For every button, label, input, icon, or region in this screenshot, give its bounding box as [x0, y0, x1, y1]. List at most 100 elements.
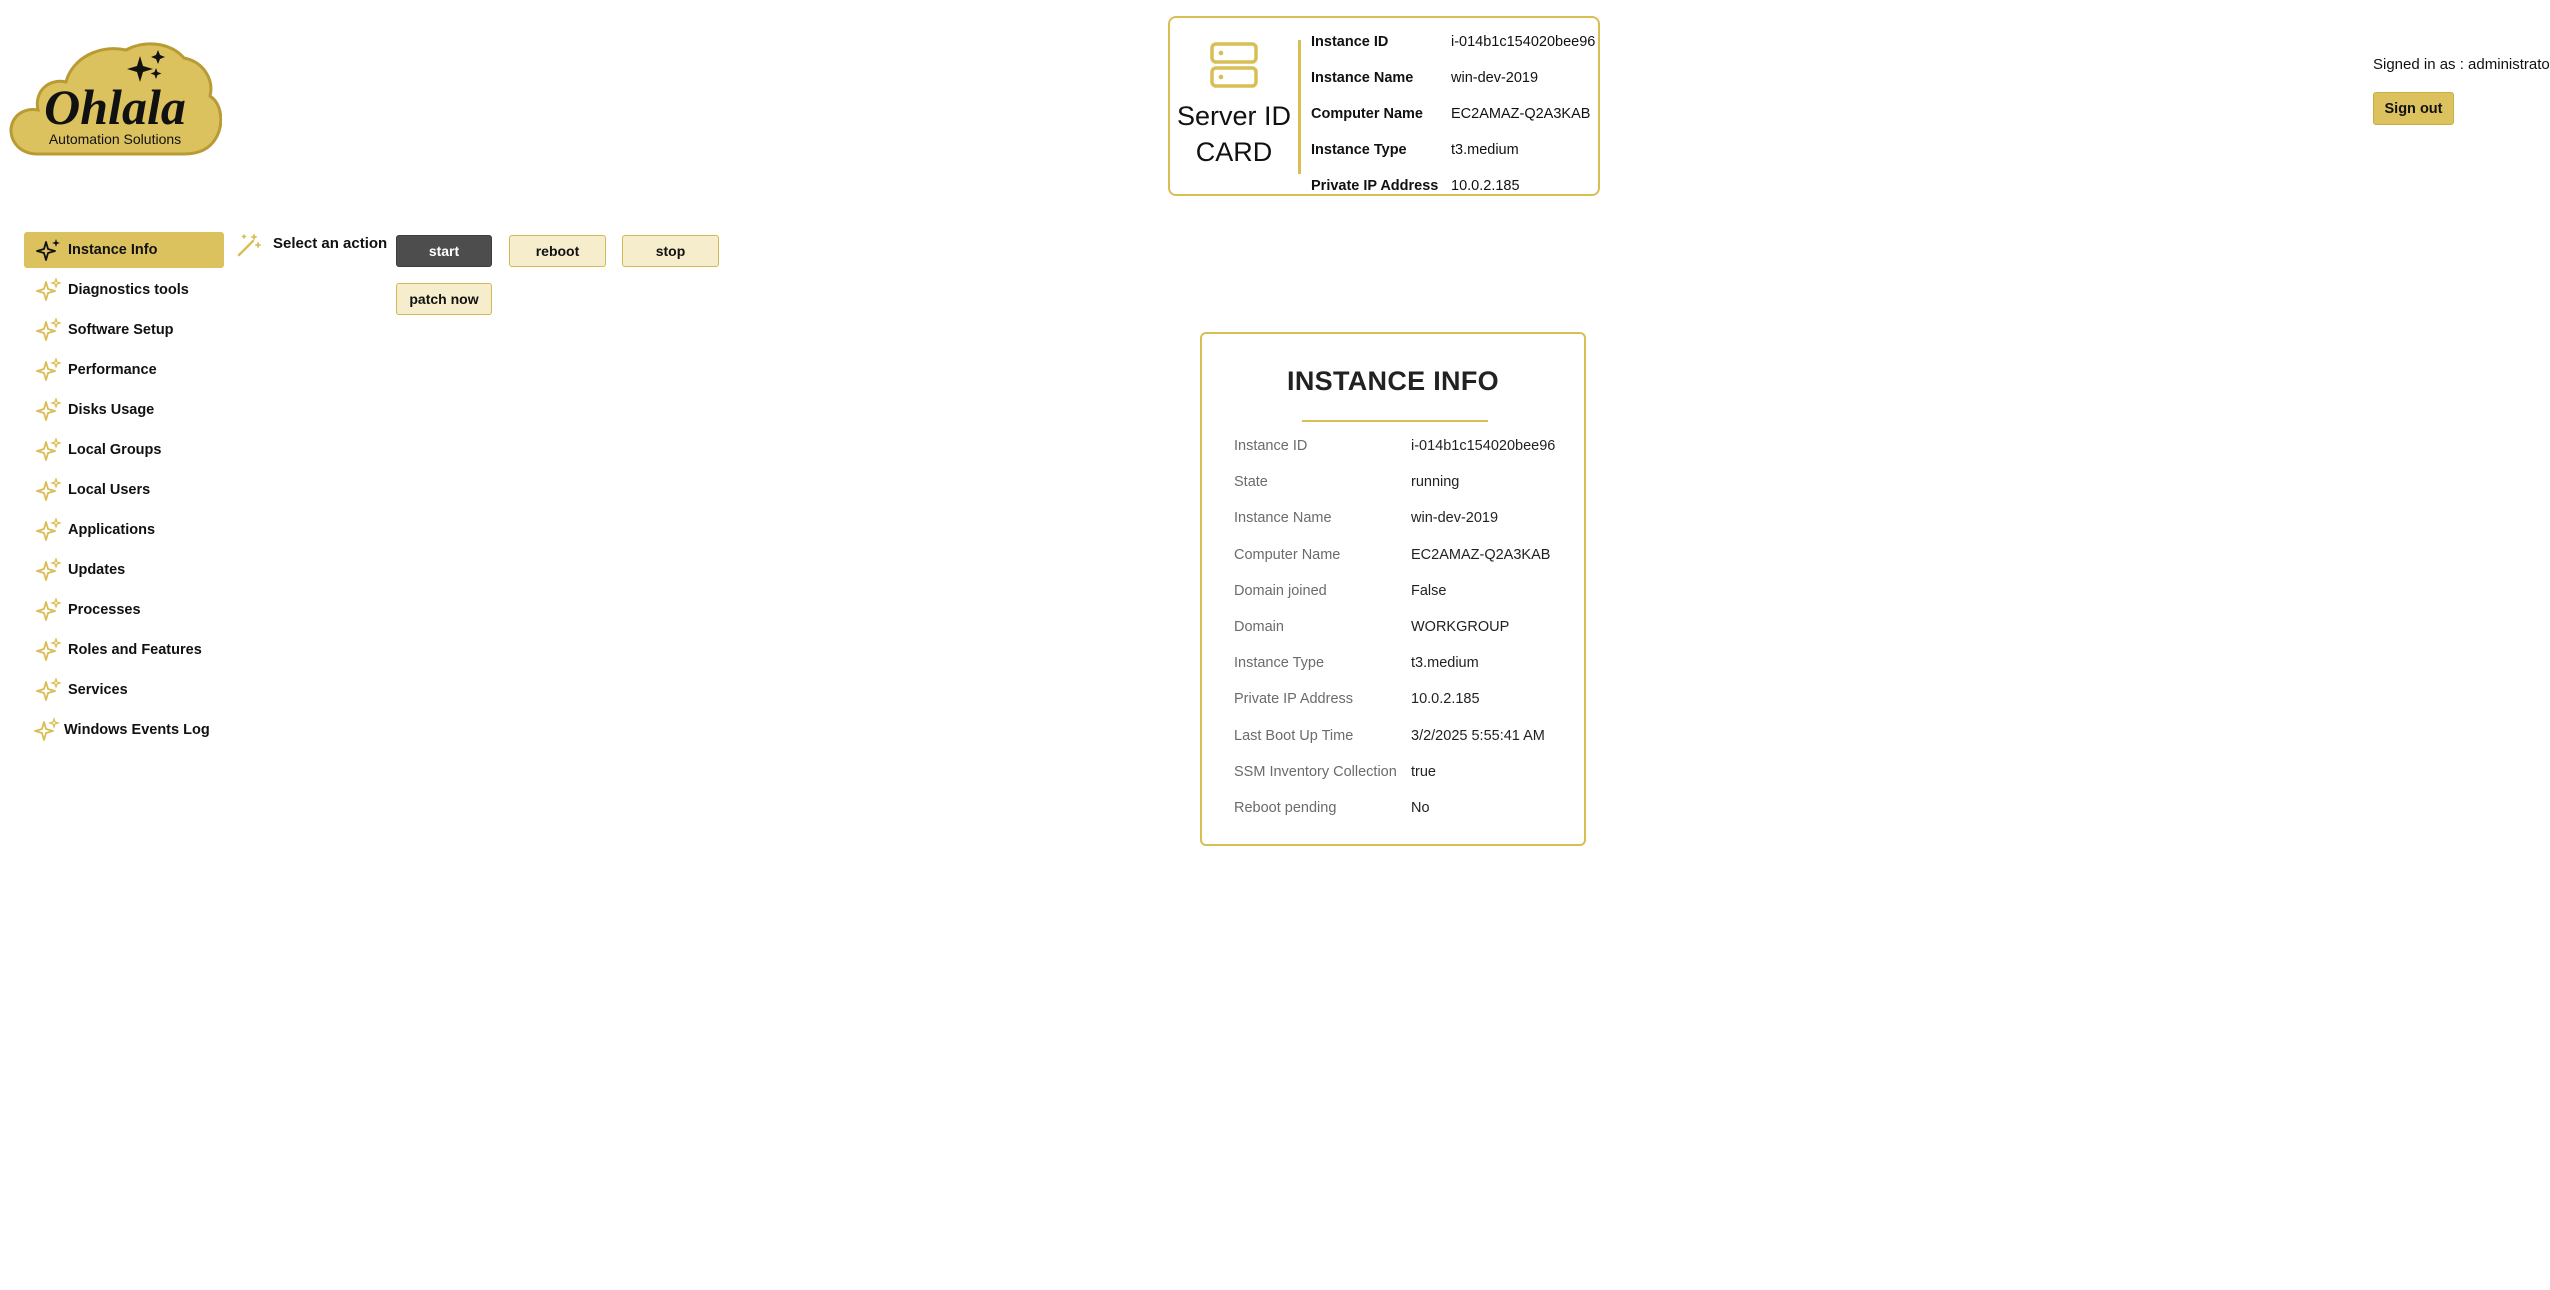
server-card-divider	[1298, 40, 1301, 174]
sidebar-item-label: Services	[68, 682, 128, 698]
info-value: EC2AMAZ-Q2A3KAB	[1411, 546, 1551, 563]
info-row: Domain WORKGROUP	[1234, 609, 1564, 645]
sidebar-item-label: Roles and Features	[68, 642, 202, 658]
info-value: 3/2/2025 5:55:41 AM	[1411, 727, 1545, 744]
server-card-label: Private IP Address	[1311, 178, 1439, 194]
instance-info-panel: INSTANCE INFO Instance ID i-014b1c154020b…	[1200, 332, 1586, 846]
server-card-value: i-014b1c154020bee96	[1451, 34, 1596, 50]
server-card-value: EC2AMAZ-Q2A3KAB	[1451, 106, 1591, 122]
info-label: Domain	[1234, 619, 1284, 636]
server-card-label: Computer Name	[1311, 106, 1423, 122]
info-row: Last Boot Up Time 3/2/2025 5:55:41 AM	[1234, 718, 1564, 754]
server-card-row: Instance ID i-014b1c154020bee96	[1311, 24, 1597, 60]
sidebar-item-label: Local Users	[68, 482, 151, 498]
sparkles-icon	[36, 637, 62, 661]
sidebar-item-local-groups[interactable]: Local Groups	[24, 432, 224, 468]
sidebar-item-windows-events-log[interactable]: Windows Events Log	[24, 712, 224, 748]
server-card-value: t3.medium	[1451, 142, 1519, 158]
sparkles-icon	[36, 239, 60, 261]
sidebar-item-roles-and-features[interactable]: Roles and Features	[24, 632, 224, 668]
sidebar-item-performance[interactable]: Performance	[24, 352, 224, 388]
patch-now-button[interactable]: patch now	[396, 283, 492, 315]
logo-text: Ohlala	[44, 79, 186, 135]
sparkles-icon	[36, 437, 62, 461]
info-label: Last Boot Up Time	[1234, 727, 1354, 744]
sparkles-icon	[34, 717, 60, 741]
sidebar-item-local-users[interactable]: Local Users	[24, 472, 224, 508]
title-underline	[1302, 420, 1488, 422]
server-card-row: Private IP Address 10.0.2.185	[1311, 168, 1597, 204]
info-row: State running	[1234, 464, 1564, 500]
server-card-value: win-dev-2019	[1451, 70, 1539, 86]
server-card-row: Instance Name win-dev-2019	[1311, 60, 1597, 96]
sidebar-item-software-setup[interactable]: Software Setup	[24, 312, 224, 348]
sparkles-icon	[36, 677, 62, 701]
info-value: i-014b1c154020bee96	[1411, 438, 1556, 455]
sidebar-item-diagnostics-tools[interactable]: Diagnostics tools	[24, 272, 224, 308]
server-card-label: Instance ID	[1311, 34, 1389, 50]
info-label: Reboot pending	[1234, 799, 1337, 816]
server-card-value: 10.0.2.185	[1451, 178, 1520, 194]
server-card-rows: Instance ID i-014b1c154020bee96 Instance …	[1311, 24, 1597, 204]
server-card-label: Instance Name	[1311, 70, 1414, 86]
info-row: Reboot pending No	[1234, 790, 1564, 826]
select-action-label: Select an action	[273, 235, 388, 252]
start-button[interactable]: start	[396, 235, 492, 267]
sign-out-button[interactable]: Sign out	[2373, 92, 2454, 125]
sidebar-item-disks-usage[interactable]: Disks Usage	[24, 392, 224, 428]
info-row: SSM Inventory Collection true	[1234, 754, 1564, 790]
sidebar-item-label: Performance	[68, 362, 157, 378]
sidebar-item-services[interactable]: Services	[24, 672, 224, 708]
reboot-button[interactable]: reboot	[509, 235, 606, 267]
sparkles-icon	[36, 597, 62, 621]
server-card-label: Instance Type	[1311, 142, 1407, 158]
info-value: win-dev-2019	[1411, 510, 1499, 527]
signed-in-label: Signed in as : administrator	[2373, 56, 2550, 73]
info-label: Private IP Address	[1234, 691, 1354, 708]
info-value: true	[1411, 763, 1436, 780]
sidebar-item-processes[interactable]: Processes	[24, 592, 224, 628]
info-label: Computer Name	[1234, 546, 1341, 563]
sidebar-item-label: Windows Events Log	[64, 722, 210, 738]
ohlala-logo: Ohlala Automation Solutions	[8, 36, 222, 160]
sparkles-icon	[36, 517, 62, 541]
stop-button[interactable]: stop	[622, 235, 719, 267]
info-value: running	[1411, 474, 1460, 491]
sidebar-item-instance-info[interactable]: Instance Info	[24, 232, 224, 268]
info-label: Instance ID	[1234, 438, 1308, 455]
info-value: t3.medium	[1411, 655, 1479, 672]
server-card-title: Server ID CARD	[1176, 101, 1292, 167]
server-id-card: Server ID CARD Instance ID i-014b1c154020…	[1168, 16, 1600, 196]
sidebar-item-label: Software Setup	[68, 322, 174, 338]
info-value: 10.0.2.185	[1411, 691, 1480, 708]
info-row: Computer Name EC2AMAZ-Q2A3KAB	[1234, 537, 1564, 573]
sparkles-icon	[36, 477, 62, 501]
server-card-row: Instance Type t3.medium	[1311, 132, 1597, 168]
server-icon	[1210, 42, 1258, 88]
info-row: Domain joined False	[1234, 573, 1564, 609]
magic-wand-icon	[237, 234, 261, 257]
logo-subtext: Automation Solutions	[49, 131, 181, 147]
sparkles-icon	[36, 357, 62, 381]
info-row: Instance Type t3.medium	[1234, 645, 1564, 681]
sidebar-item-applications[interactable]: Applications	[24, 512, 224, 548]
sidebar-item-label: Diagnostics tools	[68, 282, 189, 298]
sidebar-item-label: Local Groups	[68, 442, 162, 458]
sidebar-item-label: Applications	[68, 522, 156, 538]
sidebar-item-label: Instance Info	[68, 242, 158, 258]
sidebar-item-label: Processes	[68, 602, 141, 618]
sidebar-item-updates[interactable]: Updates	[24, 552, 224, 588]
info-row: Private IP Address 10.0.2.185	[1234, 681, 1564, 717]
info-row: Instance Name win-dev-2019	[1234, 500, 1564, 536]
info-label: Instance Type	[1234, 655, 1325, 672]
info-row: Instance ID i-014b1c154020bee96	[1234, 428, 1564, 464]
info-value: WORKGROUP	[1411, 619, 1510, 636]
info-value: False	[1411, 582, 1447, 599]
server-card-row: Computer Name EC2AMAZ-Q2A3KAB	[1311, 96, 1597, 132]
info-label: Instance Name	[1234, 510, 1332, 527]
info-label: Domain joined	[1234, 582, 1327, 599]
info-label: SSM Inventory Collection	[1234, 763, 1397, 780]
sidebar-nav: Instance Info Diagnostics tools Software…	[24, 232, 224, 752]
instance-info-list: Instance ID i-014b1c154020bee96 State runn…	[1234, 428, 1564, 826]
server-card-heading: Server ID CARD	[1170, 18, 1298, 194]
